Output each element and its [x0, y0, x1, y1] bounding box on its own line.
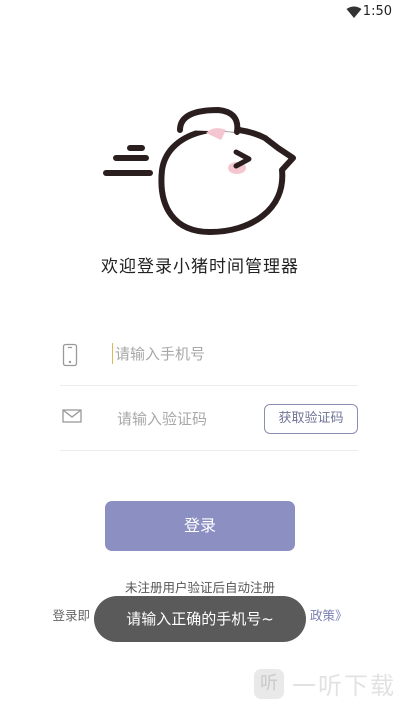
agreement-prefix: 登录即 — [52, 608, 90, 623]
mail-icon — [62, 408, 82, 428]
flying-pig-logo — [103, 106, 296, 235]
wifi-icon — [346, 4, 362, 23]
watermark-icon: 听 — [254, 668, 284, 699]
toast-message: 请输入正确的手机号~ — [94, 596, 306, 642]
get-code-button[interactable]: 获取验证码 — [264, 404, 358, 434]
status-bar: 1:50 — [0, 0, 400, 24]
login-button[interactable]: 登录 — [105, 501, 295, 551]
code-field[interactable]: 请输入验证码 获取验证码 — [60, 390, 358, 451]
watermark-text: 一听下载 — [292, 672, 396, 700]
status-time: 1:50 — [362, 4, 392, 19]
privacy-policy-link[interactable]: 政策》 — [310, 608, 348, 623]
phone-input[interactable]: 请输入手机号 — [112, 343, 205, 364]
pig-ear — [177, 106, 241, 135]
phone-field[interactable]: 请输入手机号 — [60, 325, 358, 386]
speed-lines — [103, 145, 153, 176]
welcome-title: 欢迎登录小猪时间管理器 — [101, 257, 299, 277]
code-input[interactable]: 请输入验证码 — [117, 408, 207, 429]
watermark: 听 一听下载 — [254, 666, 396, 701]
auto-register-hint: 未注册用户验证后自动注册 — [124, 580, 275, 595]
phone-icon — [62, 343, 78, 371]
pig-body — [158, 126, 296, 235]
